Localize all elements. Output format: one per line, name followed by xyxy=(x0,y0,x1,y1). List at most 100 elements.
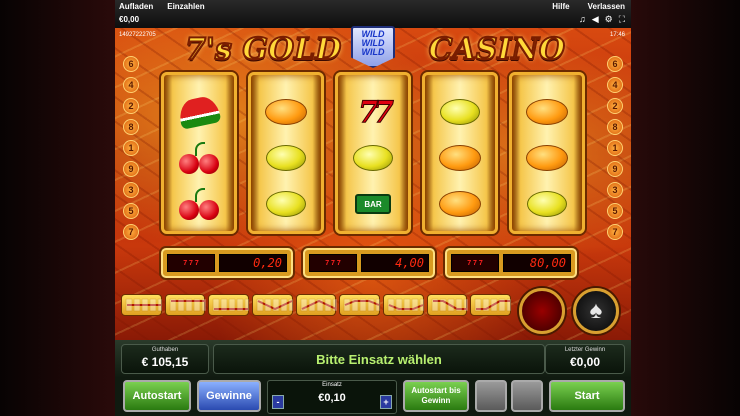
orange-symbol xyxy=(425,135,495,181)
payline-number[interactable]: 4 xyxy=(607,77,623,93)
payline-number[interactable]: 7 xyxy=(123,224,139,240)
autostart-until-win-button[interactable]: Autostart bis Gewinn xyxy=(403,380,469,412)
payline-shape-icon xyxy=(125,298,163,312)
payline-indicator-button[interactable] xyxy=(252,294,294,316)
payline-shape-icon xyxy=(300,298,337,312)
payout-link[interactable]: Einzahlen xyxy=(167,2,204,11)
win-table: 7 7 7 0,20 7 7 7 4,00 7 7 7 80,00 xyxy=(161,248,585,282)
credit-value: € 105,15 xyxy=(141,355,189,369)
gains-button[interactable]: Gewinne xyxy=(197,380,261,412)
lemon-icon xyxy=(527,191,567,217)
triple-seven-icon: 7 7 7 xyxy=(309,254,357,272)
blank-button[interactable] xyxy=(511,380,543,412)
help-link[interactable]: Hilfe xyxy=(552,2,569,11)
payline-indicator-button[interactable] xyxy=(426,294,468,316)
stake-label: Einsatz xyxy=(322,382,342,388)
lemon-symbol xyxy=(425,89,495,135)
recharge-link[interactable]: Aufladen xyxy=(119,2,153,11)
orange-icon xyxy=(265,99,307,125)
lemon-icon xyxy=(440,99,480,125)
gamble-red-button[interactable] xyxy=(519,288,565,334)
payline-indicator-button[interactable] xyxy=(164,294,206,316)
autostart-button[interactable]: Autostart xyxy=(123,380,191,412)
payline-numbers-right: 6 4 2 8 1 9 3 5 7 xyxy=(607,56,623,240)
win-display: 7 7 7 4,00 xyxy=(303,248,435,278)
payline-number[interactable]: 5 xyxy=(607,203,623,219)
payline-number[interactable]: 6 xyxy=(123,56,139,72)
lemon-symbol xyxy=(251,135,321,181)
payline-indicator-button[interactable] xyxy=(383,294,425,316)
payline-number[interactable]: 2 xyxy=(607,98,623,114)
last-win-box: Letzter Gewinn €0,00 xyxy=(545,344,625,374)
orange-icon xyxy=(439,191,481,217)
bar-icon: BAR xyxy=(355,194,391,214)
seven-symbol: 77 xyxy=(338,89,408,135)
payline-indicator-button[interactable] xyxy=(339,294,381,316)
payline-number[interactable]: 7 xyxy=(607,224,623,240)
seven-icon: 77 xyxy=(358,94,395,130)
win-value: 80,00 xyxy=(503,254,571,272)
blank-button[interactable] xyxy=(475,380,507,412)
payline-indicator-button[interactable] xyxy=(470,294,512,316)
payline-number[interactable]: 1 xyxy=(607,140,623,156)
cherry-icon xyxy=(177,188,221,220)
settings-icon[interactable]: ⚙ xyxy=(605,14,613,25)
payline-numbers-left: 6 4 2 8 1 9 3 5 7 xyxy=(123,56,139,240)
info-bar: Guthaben € 105,15 Bitte Einsatz wählen L… xyxy=(115,340,631,378)
leave-link[interactable]: Verlassen xyxy=(588,2,625,11)
payline-number[interactable]: 6 xyxy=(607,56,623,72)
logo-left: 7's GOLD xyxy=(184,31,342,68)
stake-decrease-button[interactable]: - xyxy=(272,395,284,409)
payline-number[interactable]: 4 xyxy=(123,77,139,93)
payline-shape-icon xyxy=(431,298,468,312)
orange-icon xyxy=(526,145,568,171)
payline-indicator-button[interactable] xyxy=(295,294,337,316)
reels: 77 BAR xyxy=(161,72,585,234)
lemon-icon xyxy=(266,145,306,171)
stake-increase-button[interactable]: + xyxy=(380,395,392,409)
reel: 77 BAR xyxy=(335,72,411,234)
cherry-symbol xyxy=(164,181,234,227)
payline-number[interactable]: 1 xyxy=(123,140,139,156)
payline-indicator-button[interactable] xyxy=(121,294,163,316)
payline-number[interactable]: 3 xyxy=(607,182,623,198)
orange-symbol xyxy=(512,89,582,135)
lemon-symbol xyxy=(338,135,408,181)
payline-number[interactable]: 5 xyxy=(123,203,139,219)
orange-symbol xyxy=(512,135,582,181)
payline-number[interactable]: 8 xyxy=(607,119,623,135)
payline-shape-icon xyxy=(213,298,250,312)
payline-shape-icon xyxy=(475,298,512,312)
spade-icon[interactable]: ♠ xyxy=(573,288,619,334)
orange-symbol xyxy=(251,89,321,135)
payline-number[interactable]: 2 xyxy=(123,98,139,114)
lemon-symbol xyxy=(251,181,321,227)
triple-seven-icon: 7 7 7 xyxy=(451,254,499,272)
payline-number[interactable]: 9 xyxy=(607,161,623,177)
start-button[interactable]: Start xyxy=(549,380,625,412)
payline-indicators xyxy=(121,294,512,318)
music-note-icon[interactable]: ♫ xyxy=(579,14,586,25)
melon-symbol xyxy=(164,89,234,135)
win-value: 4,00 xyxy=(361,254,429,272)
payline-indicator-button[interactable] xyxy=(208,294,250,316)
payline-shape-icon xyxy=(256,298,294,312)
slot-machine: Aufladen Einzahlen €0,00 Hilfe Verlassen… xyxy=(115,0,631,416)
lemon-symbol xyxy=(512,181,582,227)
fullscreen-icon[interactable]: ⛶ xyxy=(619,14,625,25)
melon-icon xyxy=(176,94,222,130)
message-box: Bitte Einsatz wählen xyxy=(213,344,545,374)
control-bar: Autostart Gewinne Einsatz - €0,10 + Auto… xyxy=(115,378,631,416)
payline-shape-icon xyxy=(344,298,381,312)
cherry-symbol xyxy=(164,135,234,181)
payline-number[interactable]: 3 xyxy=(123,182,139,198)
sound-icon[interactable]: ◀ xyxy=(592,14,599,25)
reel xyxy=(509,72,585,234)
payline-shape-icon xyxy=(387,298,425,312)
payline-number[interactable]: 8 xyxy=(123,119,139,135)
orange-icon xyxy=(439,145,481,171)
payline-number[interactable]: 9 xyxy=(123,161,139,177)
reel xyxy=(248,72,324,234)
cherry-icon xyxy=(177,142,221,174)
credit-label: Guthaben xyxy=(151,347,179,353)
